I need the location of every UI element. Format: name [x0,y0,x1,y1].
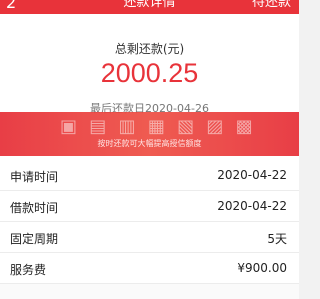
loan-details-list: 申请时间 2020-04-22 借款时间 2020-04-22 固定周期 5天 … [0,160,299,284]
detail-key: 申请时间 [10,170,59,184]
detail-value: ¥900.00 [237,261,287,275]
total-remaining-label: 总剩还款(元) [114,42,185,56]
bottom-strip [0,284,299,299]
detail-value: 2020-04-22 [217,199,287,213]
detail-key: 服务费 [10,263,47,277]
pending-repayment-button[interactable]: 待还款 [252,0,291,10]
detail-row-loan-time: 借款时间 2020-04-22 [0,191,299,222]
detail-key: 固定周期 [10,232,59,246]
detail-row-service-fee: 服务费 ¥900.00 [0,253,299,284]
detail-key: 借款时间 [10,201,59,215]
top-bar: 2 还款详情 待还款 [0,0,299,14]
total-remaining-amount: 2000.25 [100,58,199,88]
detail-value: 5天 [267,232,287,246]
banner-subtitle: 按时还款可大幅提高授信额度 [97,139,202,148]
detail-row-apply-time: 申请时间 2020-04-22 [0,160,299,191]
detail-row-fixed-period: 固定周期 5天 [0,222,299,253]
promo-banner[interactable]: ▣ ▤ ▥ ▦ ▧ ▨ ▩ 按时还款可大幅提高授信额度 [0,112,299,156]
detail-value: 2020-04-22 [217,168,287,182]
banner-decoration: ▣ ▤ ▥ ▦ ▧ ▨ ▩ [60,116,256,137]
